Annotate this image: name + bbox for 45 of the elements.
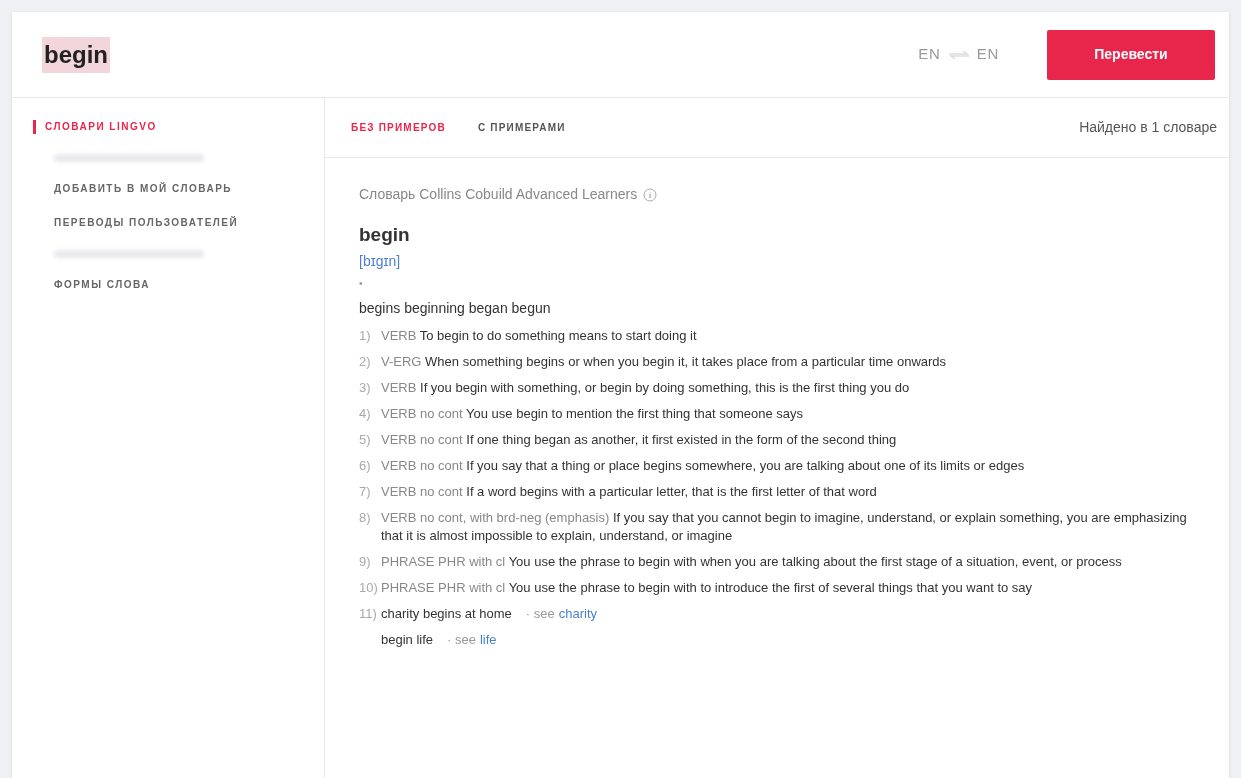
see-link[interactable]: life [479, 631, 497, 649]
sense-number: 8) [359, 509, 372, 527]
source-language[interactable]: EN [918, 43, 941, 66]
sense-number: 10) [359, 579, 379, 597]
sense-number: 2) [359, 353, 372, 371]
definition: VERB no cont, with brd-neg (emphasis) If you say that you cannot begin to imagine, understand, or explain something, you are emphasizing that it is almost impossible to explain, understand, or imagine [381, 509, 1188, 545]
sidebar-item[interactable]: ПЕРЕВОДЫ ПОЛЬЗОВАТЕЛЕЙ [45, 216, 324, 230]
see-label: · see [525, 605, 555, 623]
tab[interactable]: БЕЗ ПРИМЕРОВ [351, 120, 446, 135]
definition: VERB no cont If a word begins with a particular letter, that is the first letter of that word [381, 483, 878, 501]
sidebar-item[interactable]: ФОРМЫ СЛОВА [45, 278, 324, 292]
sidebar-item[interactable]: ДОБАВИТЬ В МОЙ СЛОВАРЬ [45, 182, 324, 196]
definition: VERB no cont If one thing began as another, it first existed in the form of the second thing [381, 431, 898, 449]
see-link[interactable]: charity [558, 605, 597, 623]
definition: V-ERG When something begins or when you begin it, it takes place from a particular time onwards [381, 353, 948, 371]
definition: PHRASE PHR with cl You use the phrase to begin with to introduce the first of several things that you want to say [381, 579, 1034, 597]
swap-icon[interactable] [946, 49, 971, 60]
dictionary-title: Словарь Collins Cobuild Advanced Learners [359, 185, 638, 204]
transcription: [bɪgɪn] [359, 252, 401, 271]
sense-number: 7) [359, 483, 372, 501]
definition: VERB no cont If you say that a thing or place begins somewhere, you are talking about one of its limits or edges [381, 457, 1026, 475]
target-language[interactable]: EN [976, 43, 999, 66]
sense-number: 3) [359, 379, 372, 397]
definition: VERB If you begin with something, or begin by doing something, this is the first thing you do [381, 379, 911, 397]
sense-number: 1) [359, 327, 372, 345]
definition: VERB no cont You use begin to mention the first thing that someone says [381, 405, 805, 423]
sense-number: 5) [359, 431, 372, 449]
sense-number: 11) [359, 605, 378, 623]
sense-number: 4) [359, 405, 372, 423]
headword: begin [359, 223, 411, 247]
sense-number: 6) [359, 457, 372, 475]
definition: PHRASE PHR with cl You use the phrase to begin with when you are talking about the first stage of a situation, event, or process [381, 553, 1123, 571]
bullet-mark: • [359, 277, 363, 291]
phrase: begin life [381, 631, 434, 649]
phrase: charity begins at home [381, 605, 512, 623]
definition: VERB To begin to do something means to start doing it [381, 327, 698, 345]
tab[interactable]: С ПРИМЕРАМИ [477, 120, 566, 135]
results-count: Найдено в 1 словаре [1079, 118, 1217, 137]
search-field[interactable]: begin [42, 36, 110, 73]
sense-number: 9) [359, 553, 372, 571]
sidebar-item[interactable]: СЛОВАРИ LINGVO [33, 120, 324, 134]
word-forms: begins beginning began begun [359, 299, 551, 318]
info-icon[interactable] [643, 187, 658, 202]
see-label: · see [447, 631, 476, 649]
translate-button[interactable]: Перевести [1047, 29, 1215, 80]
